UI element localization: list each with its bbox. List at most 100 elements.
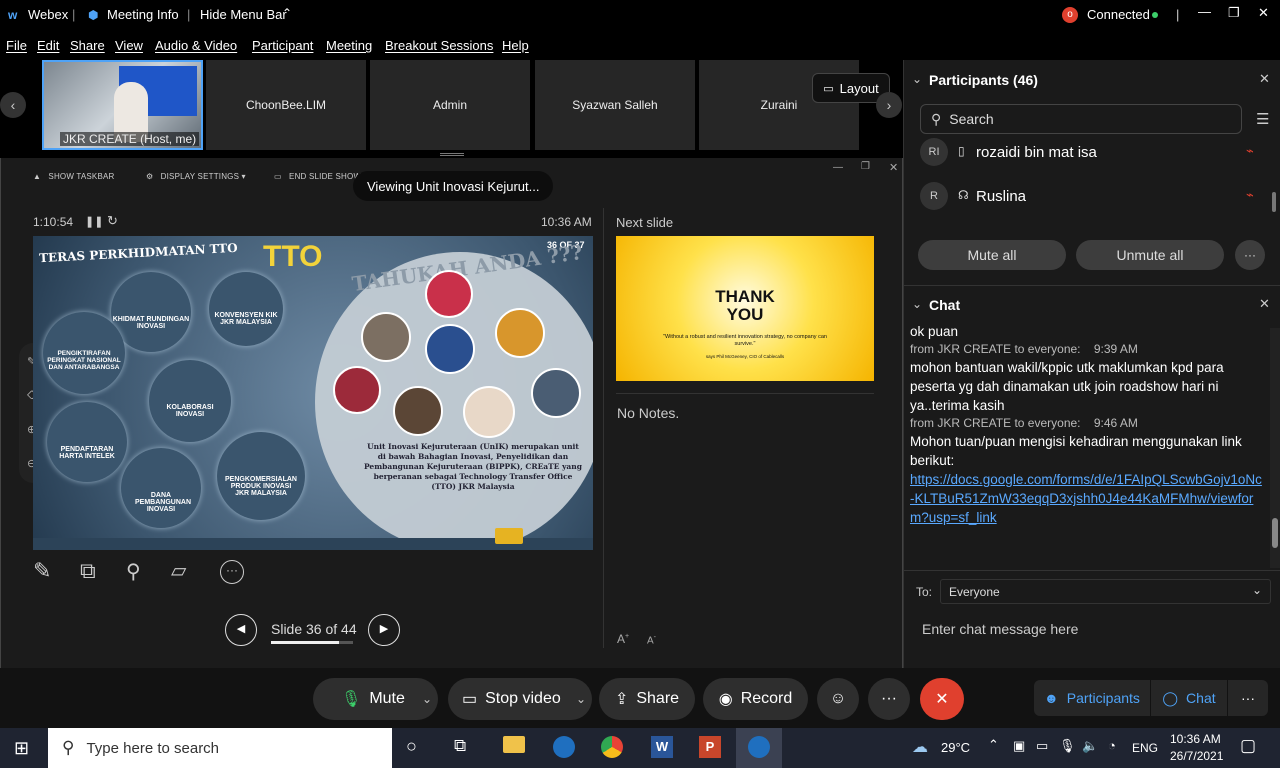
- participant-tile[interactable]: ChoonBee.LIM: [206, 60, 366, 150]
- menu-share[interactable]: Share: [70, 38, 105, 53]
- chrome-icon[interactable]: [601, 736, 623, 758]
- task-view-icon[interactable]: ⧉: [454, 736, 466, 756]
- previous-slide-button[interactable]: ◀: [225, 614, 257, 646]
- chevron-up-icon[interactable]: ⌃: [282, 6, 292, 20]
- participants-label: Participants: [1066, 690, 1140, 706]
- taskbar-search-input[interactable]: Type here to search: [86, 740, 219, 757]
- record-button[interactable]: ◉ Record: [703, 678, 808, 720]
- scrollbar[interactable]: [1272, 192, 1276, 212]
- active-app-webex[interactable]: [736, 728, 782, 768]
- chevron-up-icon[interactable]: ⌃: [988, 737, 999, 753]
- slide-heading: TERAS PERKHIDMATAN TTO: [38, 240, 238, 266]
- restore-icon[interactable]: ❐: [1228, 5, 1240, 21]
- show-taskbar-button[interactable]: ▲ SHOW TASKBAR: [33, 172, 115, 181]
- next-slide-button[interactable]: ▶: [368, 614, 400, 646]
- more-options-button[interactable]: ···: [868, 678, 910, 720]
- sort-list-icon[interactable]: ☰: [1256, 110, 1269, 128]
- chevron-left-icon[interactable]: ‹: [0, 92, 26, 118]
- avatar-initials: R: [930, 190, 938, 202]
- display-settings-button[interactable]: ⚙ DISPLAY SETTINGS ▾: [146, 172, 246, 181]
- powerpoint-icon[interactable]: P: [699, 736, 721, 758]
- chevron-down-icon[interactable]: ⌄: [912, 72, 922, 86]
- windows-start-icon[interactable]: ⊞: [14, 738, 29, 759]
- share-button[interactable]: ⇪ Share: [599, 678, 695, 720]
- pen-icon[interactable]: ✎: [33, 558, 51, 584]
- volume-icon[interactable]: 🔈: [1082, 738, 1098, 754]
- chevron-right-icon[interactable]: ›: [876, 92, 902, 118]
- camera-tray-icon[interactable]: ▣: [1013, 738, 1025, 754]
- cortana-icon[interactable]: ○: [406, 736, 417, 757]
- chat-panel-button[interactable]: ◯ Chat: [1151, 680, 1227, 716]
- menu-file[interactable]: File: [6, 38, 27, 53]
- menu-participant[interactable]: Participant: [252, 38, 313, 53]
- chat-scrollbar[interactable]: [1270, 328, 1280, 568]
- more-options-icon[interactable]: ···: [1235, 240, 1265, 270]
- close-window-icon[interactable]: ✕: [1258, 5, 1269, 21]
- participants-panel-button[interactable]: ☻ Participants: [1034, 680, 1150, 716]
- meeting-info-button[interactable]: Meeting Info: [107, 7, 179, 22]
- resize-handle[interactable]: [440, 153, 464, 156]
- next-slide-quote: "Without a robust and resilient innovati…: [663, 334, 827, 347]
- menu-meeting[interactable]: Meeting: [326, 38, 372, 53]
- menu-breakout[interactable]: Breakout Sessions: [385, 38, 493, 53]
- menu-help[interactable]: Help: [502, 38, 529, 53]
- unmute-all-button[interactable]: Unmute all: [1076, 240, 1224, 270]
- mute-all-button[interactable]: Mute all: [918, 240, 1066, 270]
- notifications-icon[interactable]: ▢: [1240, 736, 1256, 756]
- participant-tile[interactable]: Syazwan Salleh: [535, 60, 695, 150]
- connection-status: Connected: [1087, 7, 1150, 22]
- word-icon[interactable]: W: [651, 736, 673, 758]
- chat-input[interactable]: Enter chat message here: [922, 621, 1078, 637]
- self-video-tile[interactable]: JKR CREATE (Host, me): [42, 60, 203, 150]
- chevron-down-icon[interactable]: ⌄: [422, 692, 432, 706]
- hide-menu-bar-button[interactable]: Hide Menu Bar: [200, 7, 287, 22]
- unmute-all-label: Unmute all: [1116, 247, 1184, 263]
- font-decrease-icon[interactable]: A-: [647, 634, 656, 646]
- recipient-select[interactable]: Everyone ⌄: [940, 579, 1271, 604]
- participant-tile[interactable]: Admin: [370, 60, 530, 150]
- taskbar-date[interactable]: 26/7/2021: [1170, 749, 1223, 763]
- restore-share-icon[interactable]: ❐: [861, 161, 870, 172]
- leave-meeting-button[interactable]: ✕: [920, 678, 964, 720]
- reactions-button[interactable]: ☺: [817, 678, 859, 720]
- battery-icon[interactable]: ▭: [1036, 738, 1048, 754]
- muted-mic-icon[interactable]: ⌁: [1246, 187, 1254, 203]
- language-indicator[interactable]: ENG: [1132, 741, 1158, 755]
- layout-tiles-icon[interactable]: ⧉: [80, 558, 96, 584]
- close-participants-icon[interactable]: ✕: [1259, 71, 1270, 87]
- magnifier-icon[interactable]: ⚲: [126, 559, 141, 584]
- menu-audio-video[interactable]: Audio & Video: [155, 38, 237, 53]
- muted-mic-icon[interactable]: ⌁: [1246, 143, 1254, 159]
- search-input[interactable]: Search: [949, 111, 993, 127]
- presenter-view: ▲ SHOW TASKBAR ⚙ DISPLAY SETTINGS ▾ ▭ EN…: [0, 158, 903, 668]
- wifi-icon[interactable]: ◔: [1108, 738, 1116, 753]
- panel-more-button[interactable]: ···: [1228, 680, 1268, 716]
- end-slideshow-button[interactable]: ▭ END SLIDE SHOW: [274, 172, 361, 181]
- webex-taskbar-icon[interactable]: [553, 736, 575, 758]
- close-chat-icon[interactable]: ✕: [1259, 296, 1270, 312]
- menu-view[interactable]: View: [115, 38, 143, 53]
- close-share-icon[interactable]: ✕: [889, 161, 898, 174]
- service-circle: KOLABORASI INOVASI: [149, 360, 231, 442]
- microphone-tray-icon[interactable]: 🎙: [1059, 738, 1076, 754]
- screen-icon[interactable]: ▱: [171, 558, 186, 583]
- reset-timer-icon[interactable]: ↻: [107, 213, 118, 229]
- pause-icon[interactable]: ❚❚: [85, 215, 103, 228]
- menu-edit[interactable]: Edit: [37, 38, 59, 53]
- participant-search[interactable]: ⚲ Search: [920, 104, 1242, 134]
- font-increase-icon[interactable]: A+: [617, 632, 629, 646]
- chevron-down-icon[interactable]: ⌄: [912, 297, 922, 311]
- minimize-share-icon[interactable]: —: [833, 162, 843, 173]
- more-tools-icon[interactable]: ···: [220, 560, 244, 584]
- taskbar-search[interactable]: ⚲ Type here to search: [48, 728, 392, 768]
- chat-link[interactable]: https://docs.google.com/forms/d/e/1FAIpQ…: [910, 470, 1266, 527]
- chevron-down-icon[interactable]: ⌄: [576, 692, 586, 706]
- participant-row[interactable]: RI ▯ rozaidi bin mat isa ⌁: [920, 138, 1265, 168]
- taskbar-time[interactable]: 10:36 AM: [1170, 732, 1221, 746]
- stop-video-button[interactable]: ▭ Stop video ⌄: [448, 678, 592, 720]
- file-explorer-icon[interactable]: [503, 736, 525, 753]
- minimize-icon[interactable]: —: [1198, 4, 1211, 19]
- participant-row[interactable]: R ☊ Ruslina ⌁: [920, 182, 1265, 212]
- chat-messages[interactable]: ok puan from JKR CREATE to everyone: 9:3…: [910, 322, 1266, 570]
- mute-button[interactable]: 🎙 Mute ⌄: [313, 678, 438, 720]
